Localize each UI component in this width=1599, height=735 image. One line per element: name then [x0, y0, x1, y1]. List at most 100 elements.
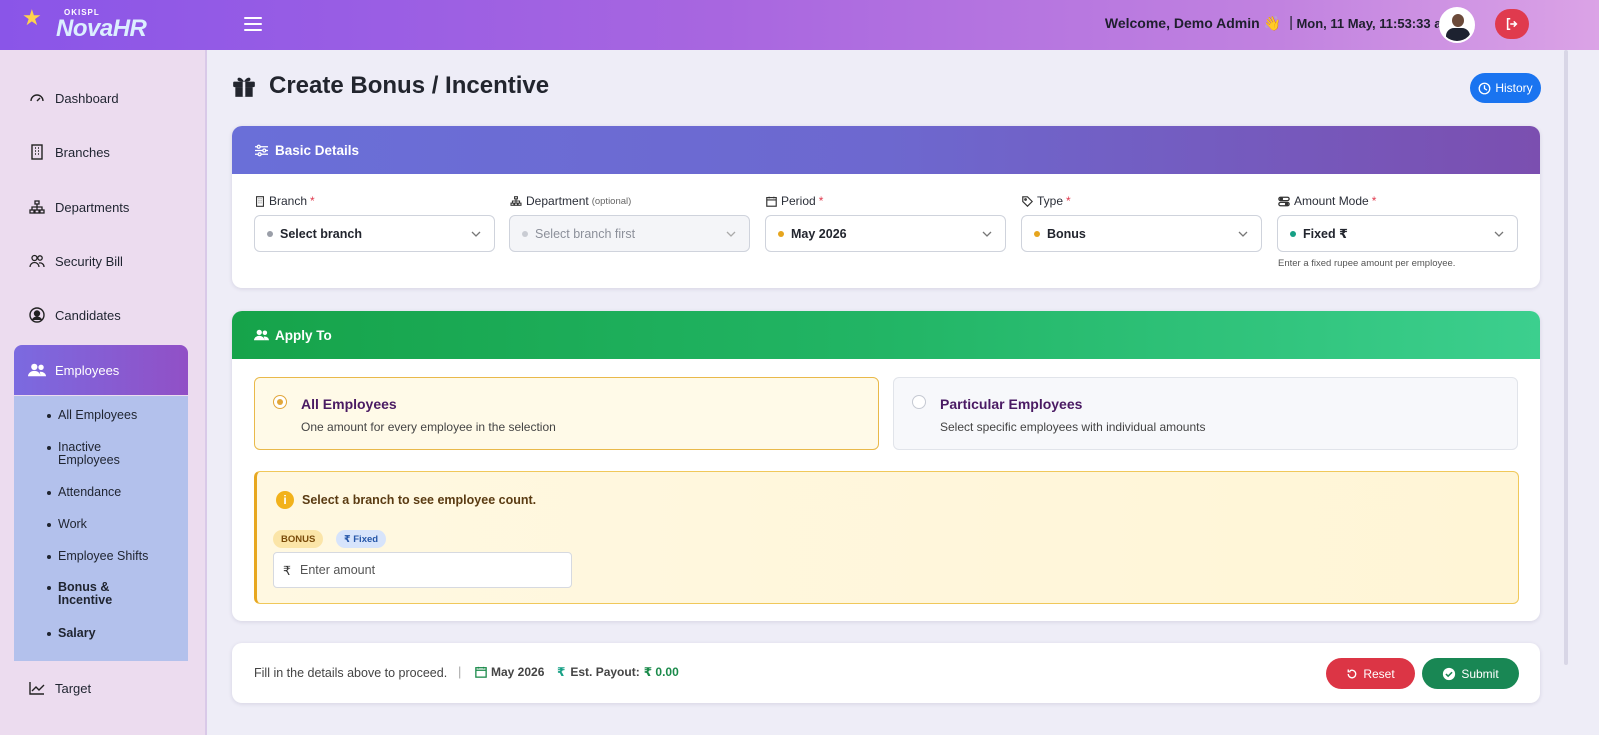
page-title: Create Bonus / Incentive	[269, 72, 550, 99]
sidebar-item-target[interactable]: Target	[14, 668, 188, 708]
sitemap-icon	[28, 200, 46, 214]
check-circle-icon	[1442, 667, 1456, 681]
building-icon	[255, 195, 265, 207]
sidebar-item-candidates[interactable]: Candidates	[14, 295, 188, 335]
all-employees-title: All Employees	[301, 396, 397, 412]
proceed-hint: Fill in the details above to proceed.	[254, 666, 448, 680]
logout-button[interactable]	[1495, 9, 1529, 39]
sidebar-item-label: Target	[55, 680, 92, 696]
type-select[interactable]: Bonus	[1021, 215, 1262, 252]
sitemap-icon	[510, 196, 522, 206]
submenu-item-all-employees[interactable]: All Employees	[46, 409, 137, 422]
particular-employees-radio[interactable]	[912, 395, 926, 409]
dashboard-icon	[28, 90, 46, 106]
reset-icon	[1346, 668, 1358, 680]
info-icon: i	[276, 491, 294, 509]
mode-badge: ₹ Fixed	[336, 530, 387, 548]
type-badge: BONUS	[273, 530, 324, 548]
history-label: History	[1495, 81, 1533, 95]
star-icon: ★	[22, 5, 42, 30]
app-logo[interactable]: ★ OKISPL NovaHR	[0, 0, 208, 50]
sidebar-item-employees[interactable]: Employees	[14, 345, 188, 395]
calendar-icon	[475, 666, 487, 678]
gift-icon	[233, 77, 255, 97]
sidebar-item-label: Employees	[55, 362, 120, 378]
users-icon	[28, 254, 46, 268]
particular-employees-description: Select specific employees with individua…	[940, 420, 1206, 434]
type-select-value: Bonus	[1047, 226, 1086, 241]
logo-text: NovaHR	[56, 15, 147, 42]
payout-label: Est. Payout:	[570, 665, 640, 679]
period-label: Period *	[766, 194, 823, 208]
department-select[interactable]: Select branch first	[509, 215, 750, 252]
footer-payout: ₹ Est. Payout: ₹ 0.00	[557, 665, 679, 679]
top-bar: ★ OKISPL NovaHR Welcome, Demo Admin 👋 | …	[0, 0, 1599, 50]
submenu-item-bonus-incentive[interactable]: Bonus & Incentive	[47, 581, 138, 607]
tag-icon	[1022, 195, 1033, 207]
sidebar-item-label: Branches	[55, 144, 110, 160]
employees-submenu	[14, 396, 188, 661]
chevron-down-icon	[982, 231, 992, 237]
history-button[interactable]: History	[1470, 73, 1541, 103]
sidebar-item-label: Security Bill	[55, 253, 123, 269]
particular-employees-title: Particular Employees	[940, 396, 1083, 412]
footer-period-value: May 2026	[491, 665, 545, 679]
particular-employees-option[interactable]: Particular Employees Select specific emp…	[893, 377, 1518, 450]
user-group-icon	[254, 329, 269, 341]
apply-to-title: Apply To	[275, 327, 332, 343]
type-label: Type *	[1022, 194, 1071, 208]
department-label: Department (optional)	[510, 194, 631, 208]
chevron-down-icon	[726, 231, 736, 237]
toggle-icon	[1278, 196, 1290, 207]
branch-label: Branch *	[255, 194, 315, 208]
branch-select-value: Select branch	[280, 226, 362, 241]
sliders-icon	[254, 144, 269, 157]
amount-input[interactable]	[300, 563, 560, 577]
header-separator: |	[1289, 14, 1293, 31]
submenu-item-attendance[interactable]: Attendance	[46, 486, 121, 499]
amount-mode-select-value: Fixed ₹	[1303, 227, 1348, 241]
sidebar-item-label: Departments	[55, 199, 130, 215]
logout-icon	[1506, 17, 1518, 31]
all-employees-option[interactable]: All Employees One amount for every emplo…	[254, 377, 879, 450]
reset-button[interactable]: Reset	[1326, 658, 1415, 689]
amount-field[interactable]: ₹	[273, 552, 572, 588]
basic-details-title: Basic Details	[275, 142, 360, 158]
apply-to-header: Apply To	[232, 311, 1540, 359]
basic-details-header: Basic Details	[232, 126, 1540, 174]
rupee-icon: ₹	[557, 665, 566, 679]
calendar-icon	[766, 196, 777, 207]
sidebar-item-security-bill[interactable]: Security Bill	[14, 241, 188, 281]
submenu-item-work[interactable]: Work	[47, 518, 87, 531]
menu-toggle-icon[interactable]	[244, 17, 262, 31]
chevron-down-icon	[471, 231, 481, 237]
reset-label: Reset	[1363, 666, 1395, 681]
footer-period: May 2026	[475, 665, 544, 679]
sidebar-item-departments[interactable]: Departments	[14, 187, 188, 227]
payout-value: ₹ 0.00	[643, 665, 679, 679]
action-footer: Fill in the details above to proceed. | …	[232, 643, 1540, 703]
sidebar-item-branches[interactable]: Branches	[14, 132, 188, 172]
period-select[interactable]: May 2026	[765, 215, 1006, 252]
clock-icon	[1478, 82, 1491, 95]
department-select-value: Select branch first	[535, 226, 636, 241]
page-scrollbar[interactable]	[1564, 50, 1568, 665]
branch-select[interactable]: Select branch	[254, 215, 495, 252]
welcome-text: Welcome, Demo Admin 👋	[1104, 15, 1281, 31]
current-datetime: Mon, 11 May, 11:53:33 am	[1296, 16, 1453, 31]
sidebar-item-dashboard[interactable]: Dashboard	[14, 78, 188, 118]
user-avatar[interactable]	[1439, 7, 1475, 43]
submit-button[interactable]: Submit	[1422, 658, 1519, 689]
trend-icon	[28, 681, 46, 695]
footer-separator: |	[458, 664, 462, 679]
amount-mode-label: Amount Mode *	[1278, 194, 1376, 208]
amount-mode-select[interactable]: Fixed ₹	[1277, 215, 1518, 252]
rupee-prefix: ₹	[283, 563, 291, 578]
submenu-item-inactive-employees[interactable]: Inactive Employees	[47, 441, 148, 467]
chevron-down-icon	[1494, 231, 1504, 237]
submenu-item-salary[interactable]: Salary	[47, 627, 96, 640]
submenu-item-employee-shifts[interactable]: Employee Shifts	[46, 550, 148, 563]
all-employees-radio[interactable]	[273, 395, 287, 409]
sidebar-item-label: Candidates	[55, 307, 121, 323]
submit-label: Submit	[1461, 666, 1499, 681]
